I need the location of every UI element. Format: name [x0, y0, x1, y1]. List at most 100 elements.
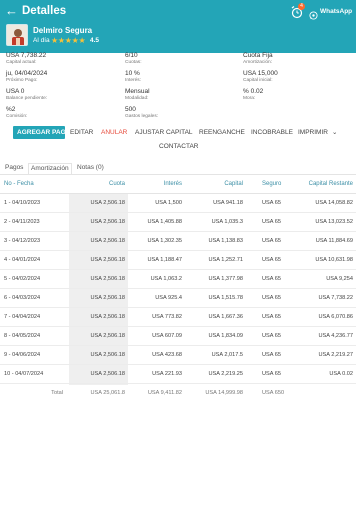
cell-seguro: USA 65 — [262, 200, 281, 206]
col-header-cuota[interactable]: Cuota — [69, 175, 125, 194]
cell-interes: USA 423.68 — [152, 352, 182, 358]
cell-fecha: 1 - 04/10/2023 — [4, 200, 41, 206]
col-header-fecha[interactable]: No - Fecha — [4, 175, 34, 194]
page-title: Detalles — [22, 5, 67, 17]
info-cuotas: 6/10 Cuotas: — [125, 52, 142, 66]
chevron-down-icon[interactable]: ⌄ — [332, 126, 337, 139]
info-label: Cuotas: — [125, 60, 142, 65]
contactar-button[interactable]: CONTACTAR — [159, 140, 198, 153]
table-row[interactable]: 4 - 04/01/2024 USA 2,506.18 USA 1,188.47… — [0, 251, 356, 270]
info-label: Amortización: — [243, 60, 273, 65]
reenganche-button[interactable]: REENGANCHE — [199, 126, 245, 139]
cell-cuota: USA 2,506.18 — [90, 314, 125, 320]
agregar-pago-button[interactable]: AGREGAR PAGO — [13, 126, 71, 139]
info-label: Capital inicial: — [243, 78, 273, 83]
cell-seguro: USA 65 — [262, 314, 281, 320]
imprimir-button[interactable]: IMPRIMIR — [298, 126, 328, 139]
cell-fecha: 10 - 04/07/2024 — [4, 371, 44, 377]
table-row[interactable]: 3 - 04/12/2023 USA 2,506.18 USA 1,302.35… — [0, 232, 356, 251]
table-row[interactable]: 7 - 04/04/2024 USA 2,506.18 USA 773.82 U… — [0, 308, 356, 327]
editar-button[interactable]: EDITAR — [70, 126, 93, 139]
cell-capital: USA 2,219.25 — [208, 371, 243, 377]
cell-capital-restante: USA 13,023.52 — [315, 219, 353, 225]
total-cuota: USA 25,061.8 — [90, 390, 125, 396]
cell-capital: USA 1,035.3 — [211, 219, 243, 225]
table-row[interactable]: 9 - 04/06/2024 USA 2,506.18 USA 423.68 U… — [0, 346, 356, 365]
info-label: Mora: — [243, 96, 256, 101]
cell-cuota: USA 2,506.18 — [90, 333, 125, 339]
info-label: Interés: — [125, 78, 141, 83]
tab-notas[interactable]: Notas (0) — [75, 163, 106, 173]
cell-fecha: 9 - 04/06/2024 — [4, 352, 41, 358]
cell-capital-restante: USA 4,236.77 — [318, 333, 353, 339]
col-header-capital-restante[interactable]: Capital Restante — [290, 175, 353, 194]
cell-seguro: USA 65 — [262, 333, 281, 339]
col-header-capital[interactable]: Capital — [184, 175, 243, 194]
table-row[interactable]: 10 - 04/07/2024 USA 2,506.18 USA 221.93 … — [0, 365, 356, 384]
cell-capital: USA 2,017.5 — [211, 352, 243, 358]
cell-capital-restante: USA 10,631.98 — [315, 257, 353, 263]
info-value: Mensual — [125, 88, 150, 95]
cell-interes: USA 1,188.47 — [147, 257, 182, 263]
anular-button[interactable]: ANULAR — [101, 126, 127, 139]
status-text: Al día — [33, 37, 50, 44]
table-row[interactable]: 2 - 04/11/2023 USA 2,506.18 USA 1,405.88… — [0, 213, 356, 232]
info-capital-inicial: USA 15,000 Capital inicial: — [243, 70, 278, 84]
cell-capital: USA 1,138.83 — [208, 238, 243, 244]
cell-seguro: USA 65 — [262, 257, 281, 263]
cell-seguro: USA 65 — [262, 276, 281, 282]
cell-interes: USA 1,405.88 — [147, 219, 182, 225]
cell-cuota: USA 2,506.18 — [90, 200, 125, 206]
col-header-interes[interactable]: Interés — [128, 175, 182, 194]
cell-interes: USA 221.93 — [152, 371, 182, 377]
cell-cuota: USA 2,506.18 — [90, 257, 125, 263]
info-value: 10 % — [125, 70, 140, 77]
cell-seguro: USA 65 — [262, 295, 281, 301]
cell-capital-restante: USA 0.02 — [329, 371, 353, 377]
table-row[interactable]: 1 - 04/10/2023 USA 2,506.18 USA 1,500 US… — [0, 194, 356, 213]
cell-seguro: USA 65 — [262, 238, 281, 244]
cell-capital: USA 1,667.36 — [208, 314, 243, 320]
table-row[interactable]: 5 - 04/02/2024 USA 2,506.18 USA 1,063.2 … — [0, 270, 356, 289]
rating-stars-icon: ★★★★★ — [51, 36, 86, 45]
cell-capital-restante: USA 14,058.82 — [315, 200, 353, 206]
col-header-seguro[interactable]: Seguro — [262, 175, 281, 194]
info-value: %2 — [6, 106, 16, 113]
table-total-row: Total USA 25,061.8 USA 9,411.82 USA 14,9… — [0, 384, 356, 403]
client-name: Delmiro Segura — [33, 26, 93, 35]
rating-value: 4.5 — [90, 37, 100, 44]
notification-badge: 4 — [298, 3, 305, 10]
back-arrow-icon[interactable]: ← — [5, 4, 18, 18]
cell-capital: USA 1,377.98 — [208, 276, 243, 282]
cell-interes: USA 773.82 — [152, 314, 182, 320]
cell-interes: USA 1,063.2 — [150, 276, 182, 282]
table-row[interactable]: 6 - 04/03/2024 USA 2,506.18 USA 925.4 US… — [0, 289, 356, 308]
cell-interes: USA 925.4 — [155, 295, 182, 301]
cell-capital-restante: USA 7,738.22 — [318, 295, 353, 301]
cell-capital-restante: USA 11,884.69 — [315, 238, 353, 244]
info-value: USA 15,000 — [243, 70, 278, 77]
whatsapp-label: WhatsApp — [320, 8, 353, 15]
cell-cuota: USA 2,506.18 — [90, 276, 125, 282]
ajustar-capital-button[interactable]: AJUSTAR CAPITAL — [135, 126, 193, 139]
info-value: Cuota Fija — [243, 52, 273, 59]
info-value: USA 7,738.22 — [6, 52, 47, 59]
cell-fecha: 7 - 04/04/2024 — [4, 314, 41, 320]
cell-fecha: 5 - 04/02/2024 — [4, 276, 41, 282]
whatsapp-button[interactable]: WhatsApp — [309, 5, 353, 20]
cell-fecha: 3 - 04/12/2023 — [4, 238, 41, 244]
cell-cuota: USA 2,506.18 — [90, 371, 125, 377]
cell-seguro: USA 65 — [262, 219, 281, 225]
table-header: No - Fecha Cuota Interés Capital Seguro … — [0, 175, 356, 194]
tab-pagos[interactable]: Pagos — [3, 163, 25, 173]
info-modalidad: Mensual Modalidad: — [125, 88, 150, 102]
table-row[interactable]: 8 - 04/05/2024 USA 2,506.18 USA 607.09 U… — [0, 327, 356, 346]
total-label: Total — [51, 390, 63, 396]
info-value: 500 — [125, 106, 136, 113]
incobrable-button[interactable]: INCOBRABLE — [251, 126, 293, 139]
cell-cuota: USA 2,506.18 — [90, 352, 125, 358]
info-value: 6/10 — [125, 52, 138, 59]
total-capital: USA 14,999.98 — [205, 390, 243, 396]
avatar[interactable] — [6, 24, 28, 46]
info-value: ju, 04/04/2024 — [6, 70, 48, 77]
